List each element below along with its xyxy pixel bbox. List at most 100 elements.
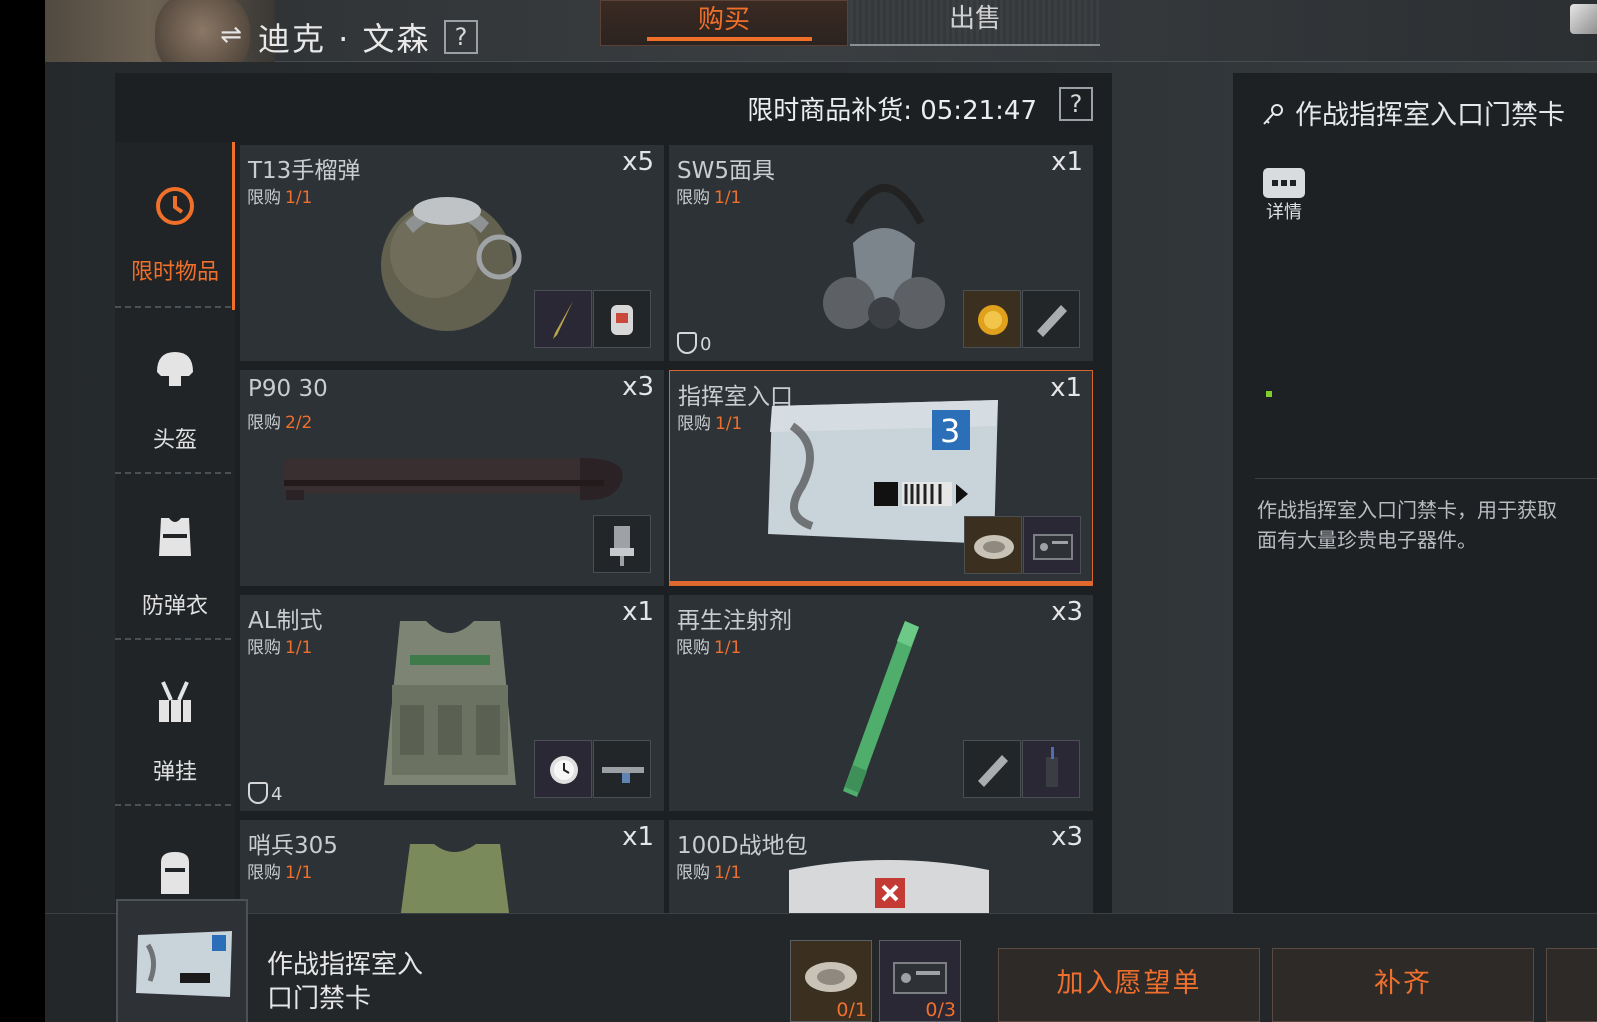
sidebar-divider	[115, 638, 231, 640]
item-limit: 限购 1/1	[247, 183, 312, 208]
sidebar-item-armor[interactable]: 防弹衣	[115, 476, 235, 644]
item-card-sw5-mask[interactable]: SW5面具 限购 1/1 x1 0	[669, 145, 1093, 361]
gas-mask-image	[823, 184, 945, 329]
item-limit: 限购 1/1	[676, 183, 741, 208]
keycard-thumb-image	[136, 931, 232, 997]
add-to-wishlist-button[interactable]: 加入愿望单	[998, 948, 1260, 1022]
item-quantity: x1	[622, 597, 654, 627]
item-card-t13-grenade[interactable]: T13手榴弹 限购 1/1 x5	[240, 145, 664, 361]
detail-description: 作战指挥室入口门禁卡，用于获取 面有大量珍贵电子器件。	[1257, 498, 1557, 552]
item-name: T13手榴弹	[248, 158, 361, 184]
item-quantity: x5	[622, 147, 654, 177]
sidebar-item-chest-rig[interactable]: 弹挂	[115, 642, 235, 810]
item-limit: 限购 1/1	[247, 858, 312, 883]
currency-icon[interactable]	[1570, 4, 1597, 34]
tab-sell[interactable]: 出售	[850, 0, 1100, 46]
limit-prefix: 限购	[247, 863, 281, 883]
item-name: 哨兵305	[248, 833, 338, 859]
watch-icon[interactable]	[534, 740, 592, 798]
blade-icon[interactable]	[1022, 290, 1080, 348]
required-material-silver-plate[interactable]: 0/1	[790, 940, 872, 1022]
radio-icon[interactable]	[1023, 516, 1081, 574]
gun-part-icon[interactable]	[593, 740, 651, 798]
limit-prefix: 限购	[676, 863, 710, 883]
selected-item-name: 作战指挥室入 口门禁卡	[267, 948, 423, 1016]
limit-value: 1/1	[714, 188, 742, 208]
limit-prefix: 限购	[247, 188, 281, 208]
item-name: AL制式	[248, 608, 323, 634]
limit-value: 2/2	[285, 413, 313, 433]
grenade-image	[381, 197, 522, 331]
item-quantity: x1	[1050, 373, 1082, 403]
item-card-al-armor[interactable]: AL制式 限购 1/1 x1 4	[240, 595, 664, 811]
details-button[interactable]: 详情	[1261, 168, 1307, 224]
status-dot	[1266, 391, 1272, 397]
item-card-p90-magazine[interactable]: P90 30 限购 2/2 x3	[240, 370, 664, 586]
bottle-icon[interactable]	[593, 290, 651, 348]
selected-name-line1: 作战指挥室入	[267, 950, 424, 980]
limit-value: 1/1	[715, 414, 743, 434]
tab-buy[interactable]: 购买	[600, 0, 848, 46]
detail-title: 作战指挥室入口门禁卡	[1261, 93, 1565, 132]
limit-value: 1/1	[714, 863, 742, 883]
sidebar-item-helmet[interactable]: 头盔	[115, 310, 235, 478]
limit-value: 1/1	[714, 638, 742, 658]
chair-icon[interactable]	[593, 515, 651, 573]
item-card-sentinel-305[interactable]: 哨兵305 限购 1/1 x1	[240, 820, 664, 913]
restock-label: 限时商品补货: 05:21:47	[747, 96, 1037, 126]
buy-button[interactable]	[1546, 948, 1597, 1022]
item-detail-panel: 作战指挥室入口门禁卡 详情 作战指挥室入口门禁卡，用于获取 面有大量珍贵电子器件…	[1233, 73, 1597, 913]
injector-image	[843, 621, 919, 797]
walkie-talkie-icon[interactable]	[1022, 740, 1080, 798]
knife-icon[interactable]	[534, 290, 592, 348]
silver-plate-icon[interactable]	[964, 516, 1022, 574]
item-name: SW5面具	[677, 158, 775, 184]
limit-value: 1/1	[285, 188, 313, 208]
vest-image	[400, 844, 510, 913]
clock-icon	[156, 187, 194, 225]
item-card-100d-field-bag[interactable]: 100D战地包 限购 1/1 x3	[669, 820, 1093, 913]
item-name: P90 30	[248, 376, 328, 402]
helmet-icon	[157, 352, 193, 386]
blade-icon[interactable]	[963, 740, 1021, 798]
material-count: 0/1	[836, 999, 867, 1021]
shield-icon	[677, 332, 697, 354]
item-name: 再生注射剂	[677, 608, 792, 634]
item-card-command-room-keycard[interactable]: 指挥室入口 限购 1/1 x1 3	[669, 370, 1093, 586]
details-label: 详情	[1266, 202, 1302, 223]
armor-vest-image	[384, 621, 516, 785]
sidebar-item-label: 限时物品	[130, 260, 219, 285]
body-armor-icon	[159, 518, 191, 556]
gold-coin-icon[interactable]	[963, 290, 1021, 348]
category-sidebar: 限时物品 头盔 防弹衣 弹挂	[115, 142, 235, 912]
backpack-icon	[161, 852, 189, 894]
item-limit: 限购 1/1	[677, 409, 742, 434]
sidebar-item-limited[interactable]: 限时物品	[115, 142, 235, 310]
detail-divider	[1255, 478, 1597, 479]
key-icon	[1263, 104, 1283, 125]
required-material-radio[interactable]: 0/3	[879, 940, 961, 1022]
sidebar-item-label: 弹挂	[152, 760, 197, 785]
sidebar-item-backpack[interactable]	[115, 808, 235, 912]
restock-help-button[interactable]: ?	[1059, 87, 1093, 121]
chest-rig-icon	[159, 681, 191, 722]
sidebar-divider	[115, 804, 231, 806]
more-icon	[1263, 168, 1305, 198]
item-limit: 限购 1/1	[247, 633, 312, 658]
svg-text:3: 3	[940, 412, 960, 450]
swap-vendor-icon[interactable]: ⇌	[217, 20, 245, 50]
limit-prefix: 限购	[676, 638, 710, 658]
fill-materials-button[interactable]: 补齐	[1272, 948, 1534, 1022]
limit-prefix: 限购	[676, 188, 710, 208]
item-limit: 限购 1/1	[676, 858, 741, 883]
item-quantity: x1	[622, 822, 654, 852]
selected-item-thumbnail	[116, 899, 248, 1022]
vendor-help-button[interactable]: ?	[444, 20, 478, 54]
sidebar-item-label: 头盔	[152, 428, 197, 453]
item-limit: 限购 1/1	[676, 633, 741, 658]
limit-prefix: 限购	[677, 414, 711, 434]
item-card-regen-injector[interactable]: 再生注射剂 限购 1/1 x3	[669, 595, 1093, 811]
limit-prefix: 限购	[247, 638, 281, 658]
armor-value: 4	[271, 784, 283, 805]
selected-name-line2: 口门禁卡	[267, 984, 372, 1014]
